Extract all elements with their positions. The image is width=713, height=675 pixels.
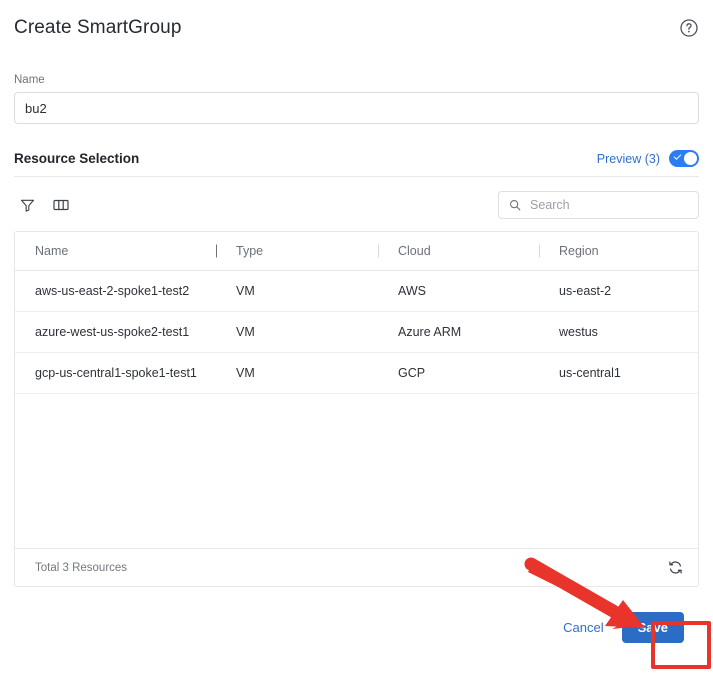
- cell-type: VM: [236, 325, 255, 339]
- resource-selection-header: Resource Selection Preview (3): [14, 150, 699, 177]
- column-header-cloud[interactable]: Cloud: [378, 244, 539, 258]
- cell-type: VM: [236, 284, 255, 298]
- column-divider: [216, 244, 217, 258]
- cell-name: aws-us-east-2-spoke1-test2: [35, 284, 190, 298]
- cell-cloud: GCP: [398, 366, 426, 380]
- toggle-check-icon: [673, 152, 682, 160]
- columns-icon[interactable]: [52, 196, 70, 214]
- column-header-name[interactable]: Name: [15, 244, 216, 258]
- table-toolbar: [14, 191, 699, 219]
- search-icon: [509, 199, 521, 211]
- cell-cloud: Azure ARM: [398, 325, 462, 339]
- preview-label[interactable]: Preview (3): [597, 152, 660, 166]
- filter-icon[interactable]: [18, 196, 36, 214]
- resource-selection-title: Resource Selection: [14, 151, 140, 166]
- help-circle-icon[interactable]: [679, 18, 699, 38]
- column-header-label: Cloud: [398, 244, 431, 258]
- cell-region: us-east-2: [559, 284, 612, 298]
- resources-table: Name Type Cloud Region aws-us-east-2-spo…: [14, 231, 699, 587]
- column-header-label: Type: [236, 244, 264, 258]
- panel-header: Create SmartGroup: [14, 0, 699, 39]
- name-field-label: Name: [14, 74, 45, 86]
- search-input[interactable]: [528, 197, 693, 213]
- table-body: aws-us-east-2-spoke1-test2 VM AWS us-eas…: [15, 271, 698, 548]
- preview-toggle[interactable]: [669, 150, 699, 167]
- refresh-icon[interactable]: [667, 559, 684, 576]
- cell-region: westus: [559, 325, 598, 339]
- cell-name: gcp-us-central1-spoke1-test1: [35, 366, 197, 380]
- preview-control: Preview (3): [597, 150, 699, 167]
- column-header-label: Region: [559, 244, 599, 258]
- create-smartgroup-panel: Create SmartGroup Name Resource Selectio…: [0, 0, 713, 675]
- table-header-row: Name Type Cloud Region: [15, 232, 698, 271]
- form-actions: Cancel Save: [14, 612, 699, 643]
- table-row[interactable]: azure-west-us-spoke2-test1 VM Azure ARM …: [15, 312, 698, 353]
- column-divider: [539, 244, 540, 258]
- cancel-button[interactable]: Cancel: [561, 616, 605, 639]
- column-header-type[interactable]: Type: [216, 244, 378, 258]
- total-resources-label: Total 3 Resources: [35, 561, 128, 574]
- save-button[interactable]: Save: [621, 612, 684, 643]
- cell-name: azure-west-us-spoke2-test1: [35, 325, 190, 339]
- toggle-knob: [684, 152, 697, 165]
- toolbar-icons: [14, 196, 70, 214]
- table-footer: Total 3 Resources: [15, 548, 698, 586]
- cell-type: VM: [236, 366, 255, 380]
- table-row[interactable]: gcp-us-central1-spoke1-test1 VM GCP us-c…: [15, 353, 698, 394]
- cell-cloud: AWS: [398, 284, 427, 298]
- name-input[interactable]: [14, 92, 699, 124]
- column-header-region[interactable]: Region: [539, 244, 698, 258]
- table-row[interactable]: aws-us-east-2-spoke1-test2 VM AWS us-eas…: [15, 271, 698, 312]
- search-box[interactable]: [498, 191, 699, 219]
- cell-region: us-central1: [559, 366, 621, 380]
- column-header-label: Name: [35, 244, 69, 258]
- page-title: Create SmartGroup: [14, 17, 182, 38]
- column-divider: [378, 244, 379, 258]
